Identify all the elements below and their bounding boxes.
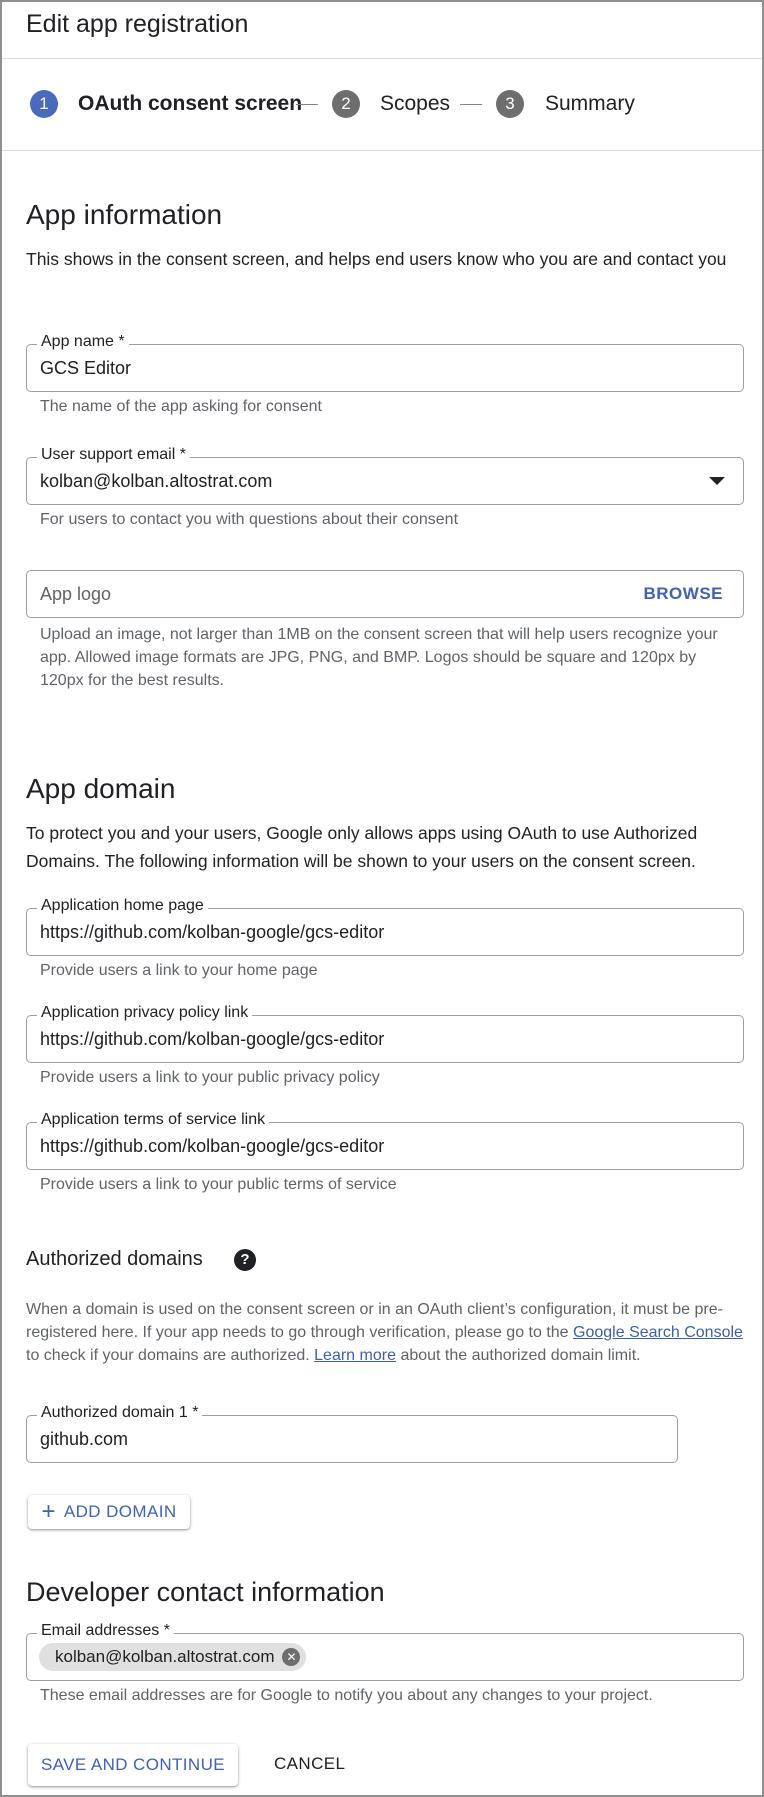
- support-email-select[interactable]: User support email * kolban@kolban.altos…: [26, 446, 744, 505]
- authorized-domains-description: When a domain is used on the consent scr…: [26, 1298, 744, 1367]
- app-information-title: App information: [26, 199, 223, 230]
- google-search-console-link[interactable]: Google Search Console: [573, 1324, 743, 1341]
- help-circle-icon[interactable]: ?: [234, 1249, 256, 1271]
- remove-chip-icon[interactable]: ✕: [282, 1648, 301, 1666]
- app-domain-title: App domain: [26, 773, 176, 804]
- app-domain-description: To protect you and your users, Google on…: [26, 823, 698, 871]
- developer-contact-title: Developer contact information: [26, 1577, 385, 1607]
- terms-of-service-field[interactable]: Application terms of service link https:…: [26, 1111, 744, 1170]
- email-addresses-hint: These email addresses are for Google to …: [40, 1687, 653, 1704]
- email-chip-label: kolban@kolban.altostrat.com: [55, 1647, 275, 1666]
- app-information-description: This shows in the consent screen, and he…: [26, 249, 727, 269]
- home-page-hint: Provide users a link to your home page: [40, 962, 318, 979]
- app-name-value[interactable]: GCS Editor: [40, 345, 131, 391]
- dropdown-arrow-icon[interactable]: [709, 477, 725, 485]
- step-1-label[interactable]: OAuth consent screen: [78, 90, 302, 118]
- page-title: Edit app registration: [26, 10, 249, 38]
- add-domain-label: ADD DOMAIN: [63, 1502, 177, 1521]
- privacy-policy-hint: Provide users a link to your public priv…: [40, 1069, 380, 1086]
- terms-of-service-value[interactable]: https://github.com/kolban-google/gcs-edi…: [40, 1123, 384, 1169]
- save-and-continue-button[interactable]: SAVE AND CONTINUE: [28, 1744, 238, 1786]
- home-page-value[interactable]: https://github.com/kolban-google/gcs-edi…: [40, 909, 384, 955]
- authorized-domain-1-field[interactable]: Authorized domain 1 * github.com: [26, 1404, 678, 1463]
- learn-more-link[interactable]: Learn more: [314, 1347, 396, 1364]
- app-logo-field[interactable]: App logo BROWSE: [26, 570, 744, 618]
- step-connector: [296, 104, 318, 105]
- email-addresses-field[interactable]: Email addresses * kolban@kolban.altostra…: [26, 1622, 744, 1681]
- support-email-value[interactable]: kolban@kolban.altostrat.com: [40, 458, 272, 504]
- home-page-field[interactable]: Application home page https://github.com…: [26, 897, 744, 956]
- app-logo-hint: Upload an image, not larger than 1MB on …: [40, 626, 718, 689]
- terms-of-service-hint: Provide users a link to your public term…: [40, 1176, 397, 1193]
- add-domain-button[interactable]: + ADD DOMAIN: [28, 1495, 190, 1529]
- header-divider: [2, 58, 762, 59]
- authorized-domain-1-value[interactable]: github.com: [40, 1416, 128, 1462]
- email-addresses-label: Email addresses *: [37, 1622, 174, 1640]
- browse-button[interactable]: BROWSE: [644, 571, 724, 617]
- privacy-policy-value[interactable]: https://github.com/kolban-google/gcs-edi…: [40, 1016, 384, 1062]
- step-1-number[interactable]: 1: [30, 90, 58, 118]
- edit-app-registration-page: Edit app registration 1 OAuth consent sc…: [0, 0, 764, 1797]
- plus-icon: +: [41, 1498, 56, 1525]
- stepper-divider: [2, 150, 762, 151]
- authorized-domains-text-2: to check if your domains are authorized.: [26, 1347, 310, 1364]
- authorized-domains-text-3: about the authorized domain limit.: [400, 1347, 641, 1364]
- step-2-number[interactable]: 2: [332, 90, 360, 118]
- authorized-domains-title: Authorized domains: [26, 1248, 203, 1270]
- support-email-hint: For users to contact you with questions …: [40, 511, 459, 528]
- step-connector: [460, 104, 482, 105]
- step-3-number[interactable]: 3: [496, 90, 524, 118]
- app-logo-placeholder: App logo: [40, 584, 112, 604]
- step-3-label[interactable]: Summary: [545, 90, 635, 118]
- privacy-policy-field[interactable]: Application privacy policy link https://…: [26, 1004, 744, 1063]
- step-2-label[interactable]: Scopes: [380, 90, 450, 118]
- app-name-hint: The name of the app asking for consent: [40, 398, 322, 415]
- app-name-field[interactable]: App name * GCS Editor: [26, 333, 744, 392]
- email-chip[interactable]: kolban@kolban.altostrat.com ✕: [39, 1643, 307, 1671]
- cancel-button[interactable]: CANCEL: [274, 1754, 345, 1774]
